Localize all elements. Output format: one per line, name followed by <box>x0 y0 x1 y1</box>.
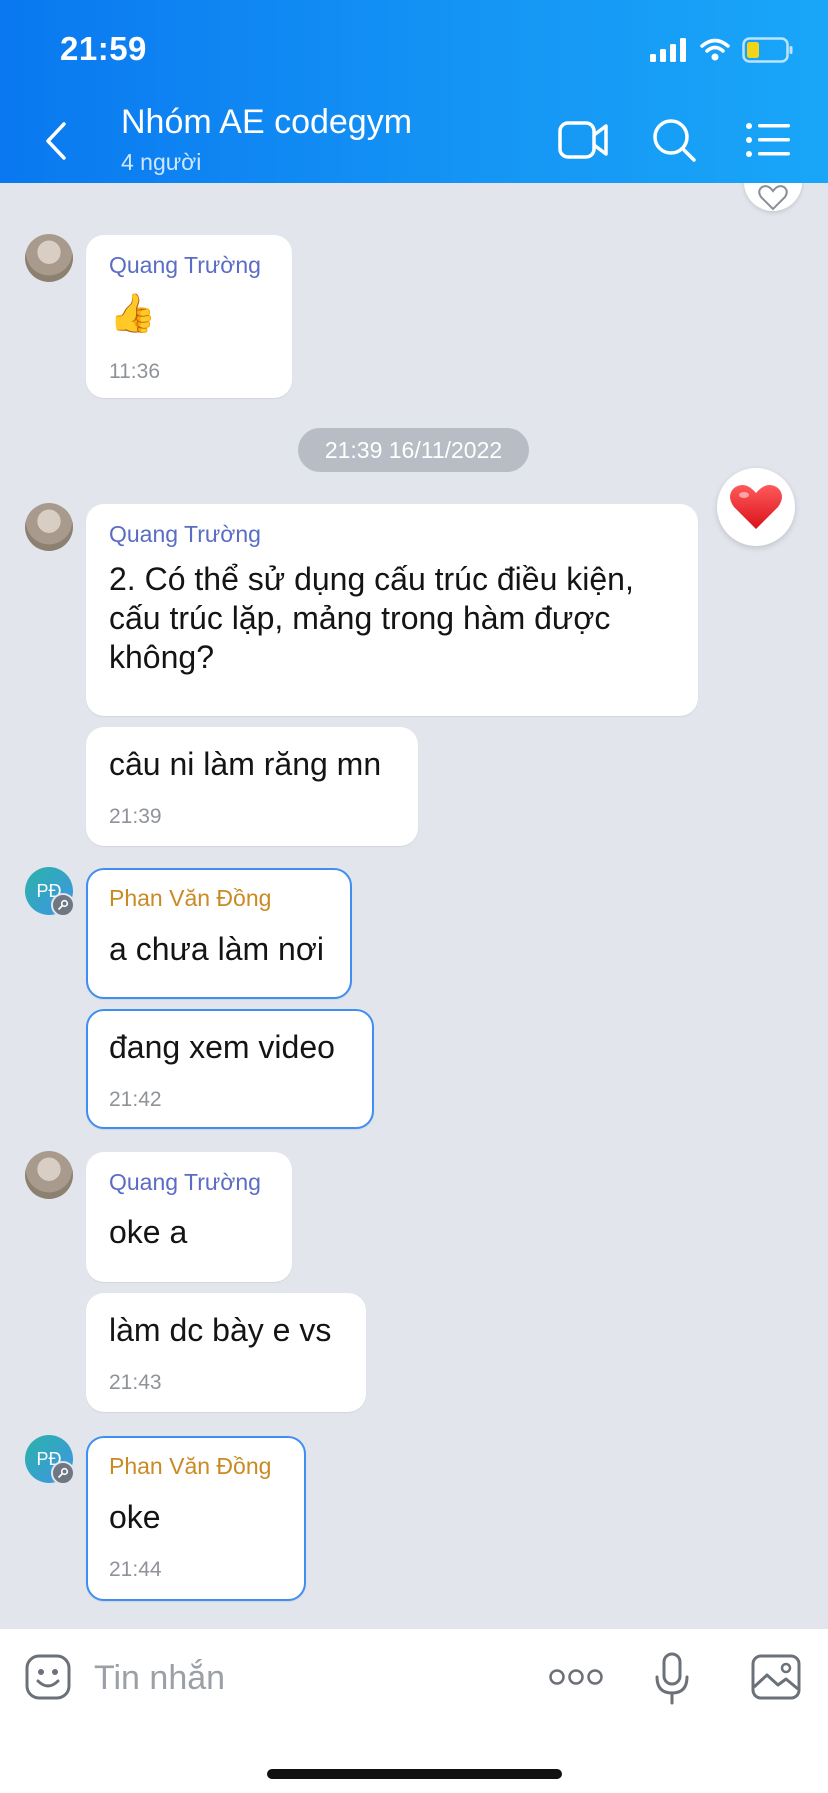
message-bubble[interactable]: Quang Trường 👍 11:36 <box>86 235 292 398</box>
message-bubble[interactable]: Quang Trường 2. Có thể sử dụng cấu trúc … <box>86 504 698 716</box>
emoji-icon <box>25 1654 71 1700</box>
emoji-button[interactable] <box>24 1653 72 1701</box>
menu-list-icon <box>746 123 790 157</box>
message-time: 11:36 <box>109 360 160 383</box>
message-text: đang xem video <box>109 1029 335 1065</box>
message-bubble[interactable]: làm dc bày e vs 21:43 <box>86 1293 366 1412</box>
video-call-icon <box>558 121 608 159</box>
sender-name: Phan Văn Đồng <box>109 885 272 911</box>
image-icon <box>751 1654 801 1700</box>
sender-name: Quang Trường <box>109 252 261 278</box>
sender-name: Quang Trường <box>109 521 261 547</box>
heart-outline-icon <box>758 185 788 211</box>
message-line: 2. Có thể sử dụng cấu trúc điều kiện, <box>109 561 634 597</box>
avatar[interactable]: PĐ <box>25 867 75 917</box>
voice-button[interactable] <box>652 1651 692 1707</box>
search-button[interactable] <box>646 112 702 168</box>
message-text: câu ni làm răng mn <box>109 746 382 782</box>
mic-icon <box>655 1652 689 1705</box>
back-button[interactable] <box>36 116 80 166</box>
date-separator: 21:39 16/11/2022 <box>298 428 529 472</box>
battery-icon <box>742 37 793 63</box>
message-text: oke <box>109 1499 161 1535</box>
menu-button[interactable] <box>740 112 796 168</box>
avatar[interactable]: PĐ <box>25 1435 75 1485</box>
key-badge-icon <box>51 1461 75 1485</box>
message-composer <box>0 1628 828 1793</box>
home-indicator <box>267 1769 562 1779</box>
message-text: 2. Có thể sử dụng cấu trúc điều kiện, cấ… <box>109 560 634 677</box>
chat-header: 21:59 Nhóm AE codegym 4 người <box>0 0 828 183</box>
avatar[interactable] <box>25 234 73 282</box>
signal-icon <box>650 38 686 62</box>
message-text: làm dc bày e vs <box>109 1312 332 1348</box>
image-button[interactable] <box>750 1653 802 1701</box>
message-text: a chưa làm nơi <box>109 931 324 967</box>
message-bubble[interactable]: đang xem video 21:42 <box>86 1009 374 1129</box>
message-time: 21:42 <box>109 1088 162 1111</box>
status-icons <box>650 34 794 66</box>
message-bubble[interactable]: Phan Văn Đồng a chưa làm nơi <box>86 868 352 999</box>
message-text: oke a <box>109 1214 188 1250</box>
message-bubble[interactable]: Quang Trường oke a <box>86 1152 292 1282</box>
message-line: không? <box>109 639 214 675</box>
message-text: 👍 <box>109 293 157 335</box>
back-icon <box>46 122 66 160</box>
message-time: 21:44 <box>109 1558 162 1581</box>
search-icon <box>653 119 696 162</box>
chat-messages[interactable]: Quang Trường 👍 11:36 21:39 16/11/2022 Qu… <box>0 183 828 1628</box>
avatar[interactable] <box>25 1151 73 1199</box>
group-title[interactable]: Nhóm AE codegym <box>121 103 412 142</box>
message-line: cấu trúc lặp, mảng trong hàm được <box>109 600 611 636</box>
video-call-button[interactable] <box>556 112 612 168</box>
message-bubble[interactable]: câu ni làm răng mn 21:39 <box>86 727 418 846</box>
key-badge-icon <box>51 893 75 917</box>
reaction-button[interactable] <box>744 183 802 211</box>
message-time: 21:43 <box>109 1371 162 1394</box>
message-input[interactable] <box>94 1653 424 1703</box>
avatar[interactable] <box>25 503 73 551</box>
sender-name: Quang Trường <box>109 1169 261 1195</box>
more-icon <box>549 1669 603 1685</box>
heart-reaction[interactable] <box>717 468 795 546</box>
status-time: 21:59 <box>60 30 147 67</box>
message-bubble[interactable]: Phan Văn Đồng oke 21:44 <box>86 1436 306 1601</box>
member-count[interactable]: 4 người <box>121 149 201 176</box>
sender-name: Phan Văn Đồng <box>109 1453 272 1479</box>
heart-icon <box>730 484 782 529</box>
more-button[interactable] <box>548 1659 604 1695</box>
wifi-icon <box>700 38 730 61</box>
message-time: 21:39 <box>109 805 162 828</box>
